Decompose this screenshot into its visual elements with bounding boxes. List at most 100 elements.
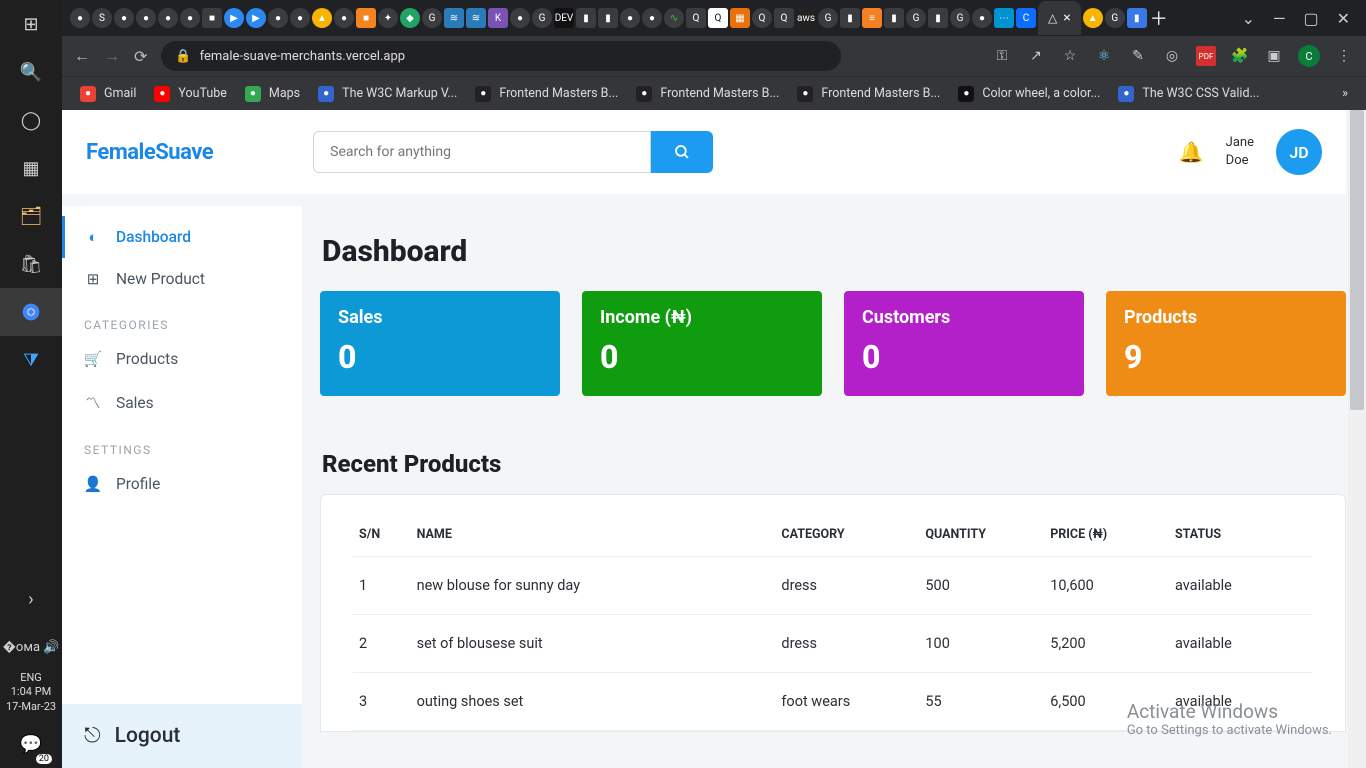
tab-icon[interactable]: ▮ (928, 8, 948, 28)
reload-icon[interactable]: ⟳ (134, 47, 147, 66)
logout-button[interactable]: ⎋Logout (62, 704, 302, 768)
tab-icon[interactable]: ● (510, 8, 530, 28)
tab-icon[interactable]: G (532, 8, 552, 28)
tab-icon[interactable]: ● (334, 8, 354, 28)
taskbar-lang[interactable]: ENG (20, 671, 42, 685)
tab-icon[interactable]: ▮ (884, 8, 904, 28)
dropdown-tabs-icon[interactable]: ⌄ (1242, 9, 1255, 28)
key-icon[interactable]: ⚿ (992, 46, 1012, 66)
start-button[interactable]: ⊞ (0, 0, 62, 48)
wifi-sound-icon[interactable]: �ома 🔊 (0, 623, 62, 671)
tab-icon[interactable]: ▶ (224, 8, 244, 28)
scrollbar[interactable] (1348, 110, 1366, 768)
avatar[interactable]: JD (1276, 129, 1322, 175)
taskbar-time[interactable]: 1:04 PM (0, 685, 62, 699)
kebab-menu-icon[interactable]: ⋮ (1334, 46, 1354, 66)
tab-icon[interactable]: ▮ (1127, 8, 1147, 28)
expand-taskbar-icon[interactable]: › (0, 575, 62, 623)
tab-icon[interactable]: ≋ (444, 8, 464, 28)
vscode-taskbar-icon[interactable]: ⧩ (0, 336, 62, 384)
tab-icon[interactable]: DEV (554, 8, 574, 28)
profile-avatar[interactable]: C (1298, 45, 1320, 67)
bookmark-item[interactable]: ●Maps (245, 86, 300, 102)
tab-icon[interactable]: ▮ (576, 8, 596, 28)
tab-icon[interactable]: ■ (202, 8, 222, 28)
bookmark-item[interactable]: ●Frontend Masters B... (636, 86, 779, 102)
tab-icon[interactable]: ▮ (598, 8, 618, 28)
tab-icon[interactable]: Q (708, 8, 728, 28)
tab-icon[interactable]: ■ (356, 8, 376, 28)
table-row[interactable]: 1new blouse for sunny daydress50010,600a… (353, 557, 1313, 615)
tab-icon[interactable]: ● (642, 8, 662, 28)
bookmark-item[interactable]: ●Frontend Masters B... (797, 86, 940, 102)
tab-icon[interactable]: ∿ (664, 8, 684, 28)
tab-icon[interactable]: C (1016, 8, 1036, 28)
task-view-icon[interactable]: ◯ (0, 96, 62, 144)
ms-store-icon[interactable]: 🛍 (0, 240, 62, 288)
tab-icon[interactable]: ● (268, 8, 288, 28)
tab-icon[interactable]: K (488, 8, 508, 28)
address-bar[interactable]: 🔒 female-suave-merchants.vercel.app (161, 41, 841, 71)
tab-icon[interactable]: ▦ (730, 8, 750, 28)
new-tab-button[interactable]: ＋ (1149, 8, 1169, 28)
tab-icon[interactable]: ▶ (246, 8, 266, 28)
tab-icon[interactable]: Q (752, 8, 772, 28)
bookmarks-overflow-icon[interactable]: » (1342, 86, 1348, 101)
tab-icon[interactable]: G (422, 8, 442, 28)
search-taskbar-icon[interactable]: 🔍 (0, 48, 62, 96)
tab-icon[interactable]: G (950, 8, 970, 28)
back-icon[interactable]: ← (74, 46, 90, 66)
extension-icon[interactable]: ✎ (1128, 46, 1148, 66)
tab-icon[interactable]: ● (620, 8, 640, 28)
tab-icon[interactable]: S (92, 8, 112, 28)
table-row[interactable]: 3outing shoes setfoot wears556,500availa… (353, 673, 1313, 731)
tab-icon[interactable]: ● (180, 8, 200, 28)
taskbar-app-icon[interactable]: ▦ (0, 144, 62, 192)
tab-icon[interactable]: ✦ (378, 8, 398, 28)
tab-icon[interactable]: ⋯ (994, 8, 1014, 28)
close-tab-icon[interactable]: × (1063, 10, 1070, 26)
sidebar-item-dashboard[interactable]: ◐Dashboard (62, 216, 302, 258)
notifications-taskbar-icon[interactable]: 💬 (0, 720, 62, 768)
tab-icon[interactable]: Q (774, 8, 794, 28)
extension-icon[interactable]: ◎ (1162, 46, 1182, 66)
bookmark-item[interactable]: ●Color wheel, a color... (958, 86, 1100, 102)
sidebar-item-sales[interactable]: 〽Sales (62, 380, 302, 425)
sidepanel-icon[interactable]: ▣ (1264, 46, 1284, 66)
sidebar-item-products[interactable]: 🛒Products (62, 338, 302, 380)
tab-icon[interactable]: Q (686, 8, 706, 28)
bookmark-item[interactable]: ●The W3C Markup V... (318, 86, 457, 102)
table-row[interactable]: 2set of blousese suitdress1005,200availa… (353, 615, 1313, 673)
extensions-puzzle-icon[interactable]: 🧩 (1230, 46, 1250, 66)
minimize-icon[interactable]: — (1273, 9, 1286, 28)
chrome-taskbar-icon[interactable] (0, 288, 62, 336)
sidebar-item-new-product[interactable]: ⊞New Product (62, 258, 302, 300)
tab-icon[interactable]: ▲ (1083, 8, 1103, 28)
react-devtools-icon[interactable]: ⚛ (1094, 46, 1114, 66)
taskbar-date[interactable]: 17-Mar-23 (0, 700, 62, 714)
tab-icon[interactable]: G (818, 8, 838, 28)
bookmark-item[interactable]: ●YouTube (154, 86, 227, 102)
tab-icon[interactable]: ≡ (862, 8, 882, 28)
star-icon[interactable]: ☆ (1060, 46, 1080, 66)
tab-icon[interactable]: ● (158, 8, 178, 28)
tab-icon[interactable]: ● (136, 8, 156, 28)
tab-icon[interactable]: ◆ (400, 8, 420, 28)
search-input[interactable] (313, 131, 651, 173)
tab-icon[interactable]: ● (70, 8, 90, 28)
pdf-extension-icon[interactable]: PDF (1196, 46, 1216, 66)
close-window-icon[interactable]: ✕ (1337, 9, 1350, 28)
bell-icon[interactable]: 🔔 (1179, 140, 1204, 164)
tab-icon[interactable]: ● (972, 8, 992, 28)
file-explorer-icon[interactable]: 🗂 (0, 192, 62, 240)
bookmark-item[interactable]: ●Gmail (80, 86, 136, 102)
sidebar-item-profile[interactable]: 👤Profile (62, 463, 302, 505)
tab-icon[interactable]: ▮ (840, 8, 860, 28)
share-icon[interactable]: ↗ (1026, 46, 1046, 66)
app-logo[interactable]: FemaleSuave (86, 140, 213, 165)
tab-icon[interactable]: aws (796, 8, 816, 28)
tab-icon[interactable]: ● (290, 8, 310, 28)
tab-icon[interactable]: ≋ (466, 8, 486, 28)
tab-icon[interactable]: G (1105, 8, 1125, 28)
tab-icon[interactable]: ● (114, 8, 134, 28)
